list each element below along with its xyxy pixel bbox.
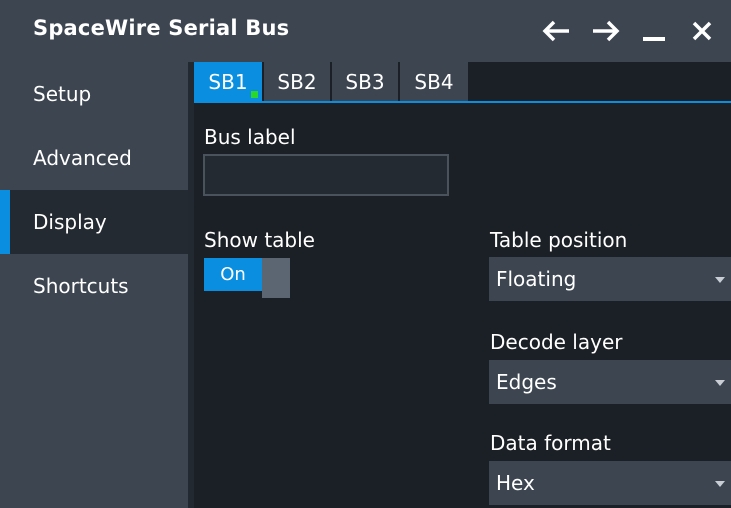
chevron-down-icon [715,380,725,386]
minimize-icon [643,37,665,41]
content-panel: SB1 SB2 SB3 SB4 Bus label Show table On … [194,62,731,508]
table-position-label: Table position [490,228,628,252]
bus-label-input[interactable] [203,154,449,196]
tab-label: SB1 [208,69,248,94]
sidebar-item-advanced[interactable]: Advanced [0,126,188,190]
forward-button[interactable] [586,12,626,50]
data-format-label: Data format [490,431,611,455]
sidebar-item-label: Display [33,210,107,234]
title-bar: SpaceWire Serial Bus [0,0,731,62]
select-value: Floating [496,267,577,291]
data-format-select[interactable]: Hex [489,461,731,505]
tab-sb3[interactable]: SB3 [332,62,400,101]
chevron-down-icon [715,277,725,283]
sidebar-item-shortcuts[interactable]: Shortcuts [0,254,188,318]
minimize-button[interactable] [634,12,674,50]
toggle-knob [262,258,290,298]
tab-sb2[interactable]: SB2 [264,62,332,101]
tab-label: SB2 [277,69,317,94]
back-button[interactable] [536,12,576,50]
sidebar: Setup Advanced Display Shortcuts [0,62,188,508]
decode-layer-select[interactable]: Edges [489,360,731,404]
window-title: SpaceWire Serial Bus [33,16,290,40]
show-table-toggle[interactable]: On [204,258,290,298]
active-indicator-icon [251,91,258,98]
decode-layer-label: Decode layer [490,330,623,354]
select-value: Hex [496,471,535,495]
sidebar-item-label: Advanced [33,146,132,170]
tab-label: SB4 [414,69,454,94]
close-icon [692,21,712,41]
sidebar-item-display[interactable]: Display [0,190,188,254]
tab-label: SB3 [345,69,385,94]
toggle-state: On [204,258,262,291]
select-value: Edges [496,370,557,394]
sidebar-item-label: Shortcuts [33,274,129,298]
tab-sb1[interactable]: SB1 [194,62,264,101]
bus-tabs: SB1 SB2 SB3 SB4 [194,62,731,103]
sidebar-item-label: Setup [33,82,92,106]
close-button[interactable] [682,12,722,50]
chevron-down-icon [715,481,725,487]
back-arrow-icon [542,20,569,42]
bus-label-label: Bus label [204,125,296,149]
show-table-label: Show table [204,228,315,252]
sidebar-item-setup[interactable]: Setup [0,62,188,126]
forward-arrow-icon [593,20,620,42]
table-position-select[interactable]: Floating [489,257,731,301]
tab-sb4[interactable]: SB4 [400,62,470,101]
